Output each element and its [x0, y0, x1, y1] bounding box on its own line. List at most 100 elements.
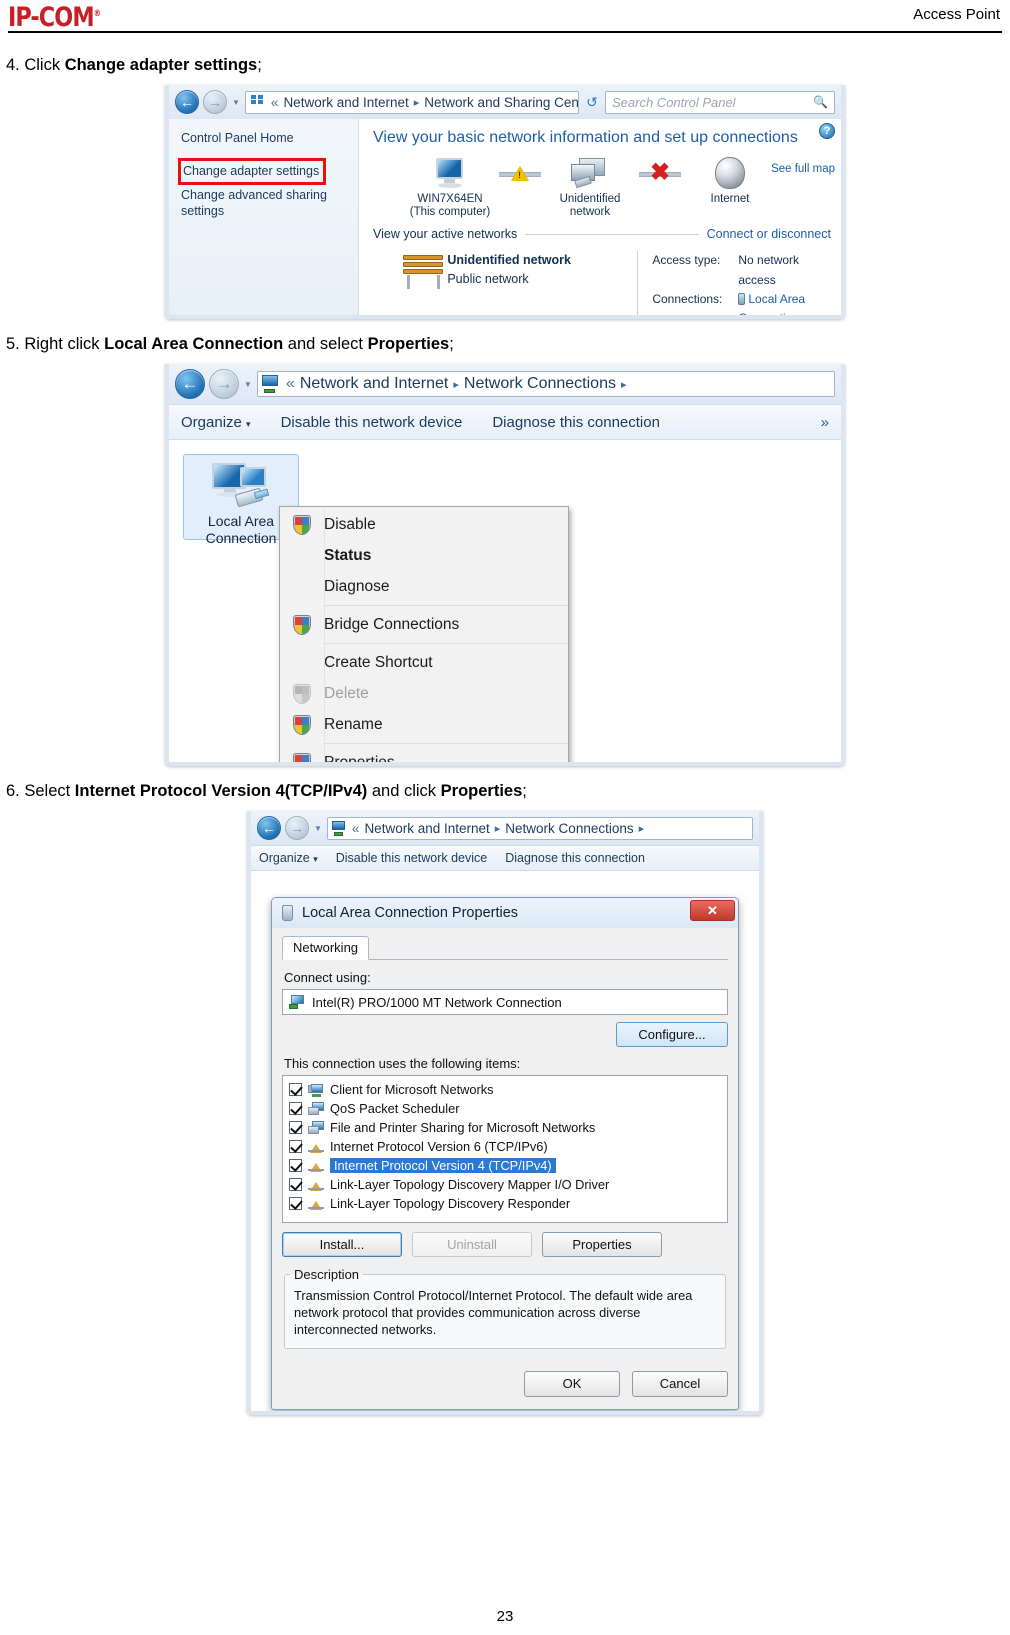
connect-or-disconnect-link[interactable]: Connect or disconnect [707, 227, 831, 241]
context-menu-item-diagnose-label: Diagnose [324, 577, 390, 595]
network-connections-icon [261, 375, 281, 393]
breadcrumb-item-sharing-center[interactable]: Network and Sharing Center [424, 95, 578, 110]
toolbar-diagnose-button[interactable]: Diagnose this connection [505, 851, 645, 865]
breadcrumb[interactable]: « Network and Internet ▸ Network Connect… [256, 371, 835, 397]
components-list[interactable]: Client for Microsoft Networks QoS Packet… [282, 1075, 728, 1223]
local-area-connection-link[interactable]: Local Area Connection [738, 292, 805, 315]
list-item-label: File and Printer Sharing for Microsoft N… [330, 1120, 596, 1135]
checkbox[interactable] [289, 1159, 302, 1172]
breadcrumb-separator-icon: ▸ [413, 96, 420, 109]
breadcrumb[interactable]: « Network and Internet ▸ Network Connect… [326, 816, 753, 840]
description-group: Description Transmission Control Protoco… [284, 1267, 726, 1349]
see-full-map-link[interactable]: See full map [771, 163, 835, 175]
install-button[interactable]: Install... [282, 1232, 402, 1257]
breadcrumb-overflow-icon[interactable]: « [271, 95, 279, 110]
component-buttons: Install... Uninstall Properties [282, 1232, 728, 1257]
configure-row: Configure... [282, 1022, 728, 1047]
back-button[interactable]: ← [175, 369, 205, 399]
dialog-title: Local Area Connection Properties [302, 905, 519, 921]
screenshot-network-sharing-center: ← → ▼ « Network and Internet ▸ Network a… [165, 85, 845, 319]
context-menu-separator [324, 643, 568, 644]
ok-button[interactable]: OK [524, 1370, 620, 1397]
list-item[interactable]: QoS Packet Scheduler [286, 1099, 724, 1118]
network-type[interactable]: Public network [447, 270, 637, 289]
breadcrumb-overflow-icon[interactable]: « [286, 375, 295, 393]
checkbox[interactable] [289, 1178, 302, 1191]
close-icon[interactable]: ✕ [690, 900, 735, 921]
step-4-number: 4. Click [6, 56, 65, 74]
context-menu-item-properties-label: Properties [324, 753, 395, 766]
history-dropdown-icon[interactable]: ▼ [243, 380, 253, 389]
step-6-text: 6. Select Internet Protocol Version 4(TC… [0, 782, 1010, 801]
network-map: WIN7X64EN(This computer) Unidentified ne… [371, 153, 833, 219]
network-name[interactable]: Unidentified network [447, 251, 637, 270]
search-input[interactable]: Search Control Panel 🔍 [605, 90, 835, 114]
checkbox[interactable] [289, 1121, 302, 1134]
toolbar-disable-device-button[interactable]: Disable this network device [281, 414, 463, 431]
toolbar-overflow-icon[interactable]: » [821, 414, 829, 431]
red-x-icon: ✖ [649, 159, 671, 186]
warning-icon [511, 165, 529, 181]
back-button[interactable]: ← [175, 90, 199, 114]
breadcrumb-item-network-internet[interactable]: Network and Internet [283, 95, 408, 110]
refresh-icon[interactable]: ↺ [583, 94, 601, 111]
context-menu: Disable Status Diagnose Bridge Connectio… [279, 506, 569, 766]
checkbox[interactable] [289, 1102, 302, 1115]
properties-button[interactable]: Properties [542, 1232, 662, 1257]
list-item[interactable]: Internet Protocol Version 4 (TCP/IPv4) [286, 1156, 724, 1175]
list-item[interactable]: File and Printer Sharing for Microsoft N… [286, 1118, 724, 1137]
network-identity: Unidentified network Public network [447, 251, 637, 315]
checkbox[interactable] [289, 1197, 302, 1210]
connection-tile-line2: Connection [205, 529, 277, 546]
history-dropdown-icon[interactable]: ▼ [231, 98, 241, 107]
breadcrumb-item-network-internet[interactable]: Network and Internet [300, 375, 449, 393]
context-menu-separator [324, 743, 568, 744]
toolbar-organize-button[interactable]: Organize ▾ [181, 414, 251, 431]
configure-button[interactable]: Configure... [616, 1022, 728, 1047]
checkbox[interactable] [289, 1083, 302, 1096]
step-5-tail: ; [449, 335, 454, 353]
history-dropdown-icon[interactable]: ▼ [313, 824, 323, 833]
back-button[interactable]: ← [257, 816, 281, 840]
list-item[interactable]: Link-Layer Topology Discovery Responder [286, 1194, 724, 1213]
sidebar-item-control-panel-home[interactable]: Control Panel Home [181, 131, 348, 145]
network-connections-icon [331, 820, 347, 836]
forward-button[interactable]: → [203, 90, 227, 114]
breadcrumb-item-network-connections[interactable]: Network Connections [464, 375, 616, 393]
map-node-network[interactable]: Unidentified network [541, 153, 639, 219]
page-header: IP-COM® Access Point [0, 0, 1010, 34]
list-item[interactable]: Client for Microsoft Networks [286, 1080, 724, 1099]
chevron-down-icon: ▾ [313, 854, 318, 864]
list-item[interactable]: Link-Layer Topology Discovery Mapper I/O… [286, 1175, 724, 1194]
sidebar-item-change-advanced-sharing[interactable]: Change advanced sharing settings [181, 188, 348, 219]
step-5-text: 5. Right click Local Area Connection and… [0, 335, 1010, 354]
help-icon[interactable]: ? [819, 123, 835, 139]
toolbar-disable-device-button[interactable]: Disable this network device [336, 851, 487, 865]
shield-icon [293, 514, 311, 535]
breadcrumb-overflow-icon[interactable]: « [352, 821, 360, 836]
protocol-icon [308, 1197, 324, 1211]
map-node-internet[interactable]: Internet [681, 153, 779, 206]
step-6-tail: ; [522, 782, 527, 800]
breadcrumb-item-network-internet[interactable]: Network and Internet [364, 821, 489, 836]
toolbar-diagnose-button[interactable]: Diagnose this connection [492, 414, 660, 431]
checkbox[interactable] [289, 1140, 302, 1153]
list-item[interactable]: Internet Protocol Version 6 (TCP/IPv6) [286, 1137, 724, 1156]
protocol-icon [308, 1159, 324, 1173]
tab-networking[interactable]: Networking [282, 936, 370, 960]
shield-icon [293, 614, 311, 635]
dialog-footer: OK Cancel [272, 1359, 738, 1409]
client-icon [308, 1083, 324, 1097]
adapter-field: Intel(R) PRO/1000 MT Network Connection [282, 989, 728, 1015]
cancel-button[interactable]: Cancel [632, 1370, 728, 1397]
service-icon [308, 1120, 324, 1135]
breadcrumb[interactable]: « Network and Internet ▸ Network and Sha… [244, 90, 579, 114]
sidebar-item-change-adapter-settings[interactable]: Change adapter settings [183, 164, 319, 178]
link-broken: ✖ [639, 153, 681, 193]
breadcrumb-item-network-connections[interactable]: Network Connections [505, 821, 633, 836]
map-node-computer[interactable]: WIN7X64EN (This computer) [401, 153, 499, 219]
toolbar-organize-button[interactable]: Organize ▾ [259, 851, 318, 865]
forward-button[interactable]: → [285, 816, 309, 840]
search-placeholder: Search Control Panel [612, 94, 736, 110]
forward-button[interactable]: → [209, 369, 239, 399]
